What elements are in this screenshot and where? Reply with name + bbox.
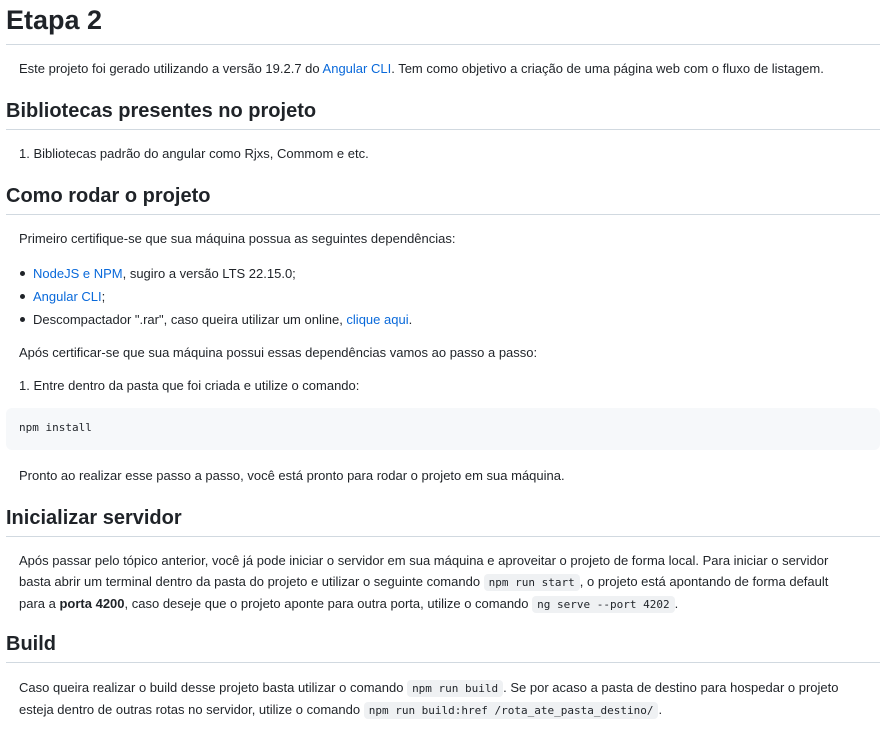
page-title: Etapa 2 (6, 0, 880, 45)
intro-text: Este projeto foi gerado utilizando a ver… (19, 61, 323, 76)
angular-cli-dep-link[interactable]: Angular CLI (33, 289, 102, 304)
build-text-3: esteja dentro de outras rotas no servido… (19, 702, 364, 717)
list-item: NodeJS e NPM, sugiro a versão LTS 22.15.… (20, 262, 412, 285)
intro-paragraph: Este projeto foi gerado utilizando a ver… (19, 58, 869, 79)
dependency-list: NodeJS e NPM, sugiro a versão LTS 22.15.… (20, 262, 412, 331)
run-heading: Como rodar o projeto (6, 182, 880, 215)
npm-run-start-code: npm run start (483, 574, 580, 591)
server-text-6: . (674, 596, 679, 611)
port-text: porta 4200 (59, 596, 125, 611)
server-text-1: Após passar pelo tópico anterior, você j… (19, 553, 829, 568)
build-heading: Build (6, 630, 880, 663)
ng-serve-port-code: ng serve --port 4202 (532, 596, 675, 613)
build-text-2: . Se por acaso a pasta de destino para h… (503, 680, 839, 695)
run-intro: Primeiro certifique-se que sua máquina p… (19, 231, 456, 246)
list-item: Descompactador ".rar", caso queira utili… (20, 308, 412, 331)
angular-cli-link[interactable]: Angular CLI (323, 61, 392, 76)
dependency-text: ; (101, 289, 106, 304)
done-text: Pronto ao realizar esse passo a passo, v… (19, 468, 565, 483)
code-block[interactable]: npm install (6, 408, 880, 450)
build-paragraph: Caso queira realizar o build desse proje… (19, 677, 869, 721)
libs-heading: Bibliotecas presentes no projeto (6, 97, 880, 130)
step-1-text: 1. Entre dentro da pasta que foi criada … (19, 378, 360, 393)
libs-item: 1. Bibliotecas padrão do angular como Rj… (19, 146, 369, 161)
list-item: Angular CLI; (20, 285, 412, 308)
readme-page: Etapa 2 Este projeto foi gerado utilizan… (0, 0, 888, 747)
dependency-text: , sugiro a versão LTS 22.15.0; (122, 266, 296, 281)
nodejs-npm-link[interactable]: NodeJS e NPM (33, 266, 123, 281)
bullet-icon (20, 294, 25, 299)
build-text-1: Caso queira realizar o build desse proje… (19, 680, 408, 695)
server-text-2: basta abrir um terminal dentro da pasta … (19, 574, 484, 589)
dependency-text-end: . (408, 312, 413, 327)
server-text-5: , caso deseje que o projeto aponte para … (124, 596, 533, 611)
npm-run-build-code: npm run build (407, 680, 504, 697)
build-href-code: npm run build:href /rota_ate_pasta_desti… (363, 702, 659, 719)
after-deps-text: Após certificar-se que sua máquina possu… (19, 345, 538, 360)
server-text-4: para a (19, 596, 60, 611)
bullet-icon (20, 271, 25, 276)
bullet-icon (20, 317, 25, 322)
server-text-3: , o projeto está apontando de forma defa… (579, 574, 829, 589)
server-heading: Inicializar servidor (6, 504, 880, 537)
dependency-text: Descompactador ".rar", caso queira utili… (33, 312, 347, 327)
build-text-4: . (658, 702, 663, 717)
npm-install-command: npm install (19, 421, 92, 434)
server-paragraph: Após passar pelo tópico anterior, você j… (19, 550, 869, 615)
intro-text-after: . Tem como objetivo a criação de uma pág… (391, 61, 824, 76)
clique-aqui-link[interactable]: clique aqui (346, 312, 408, 327)
